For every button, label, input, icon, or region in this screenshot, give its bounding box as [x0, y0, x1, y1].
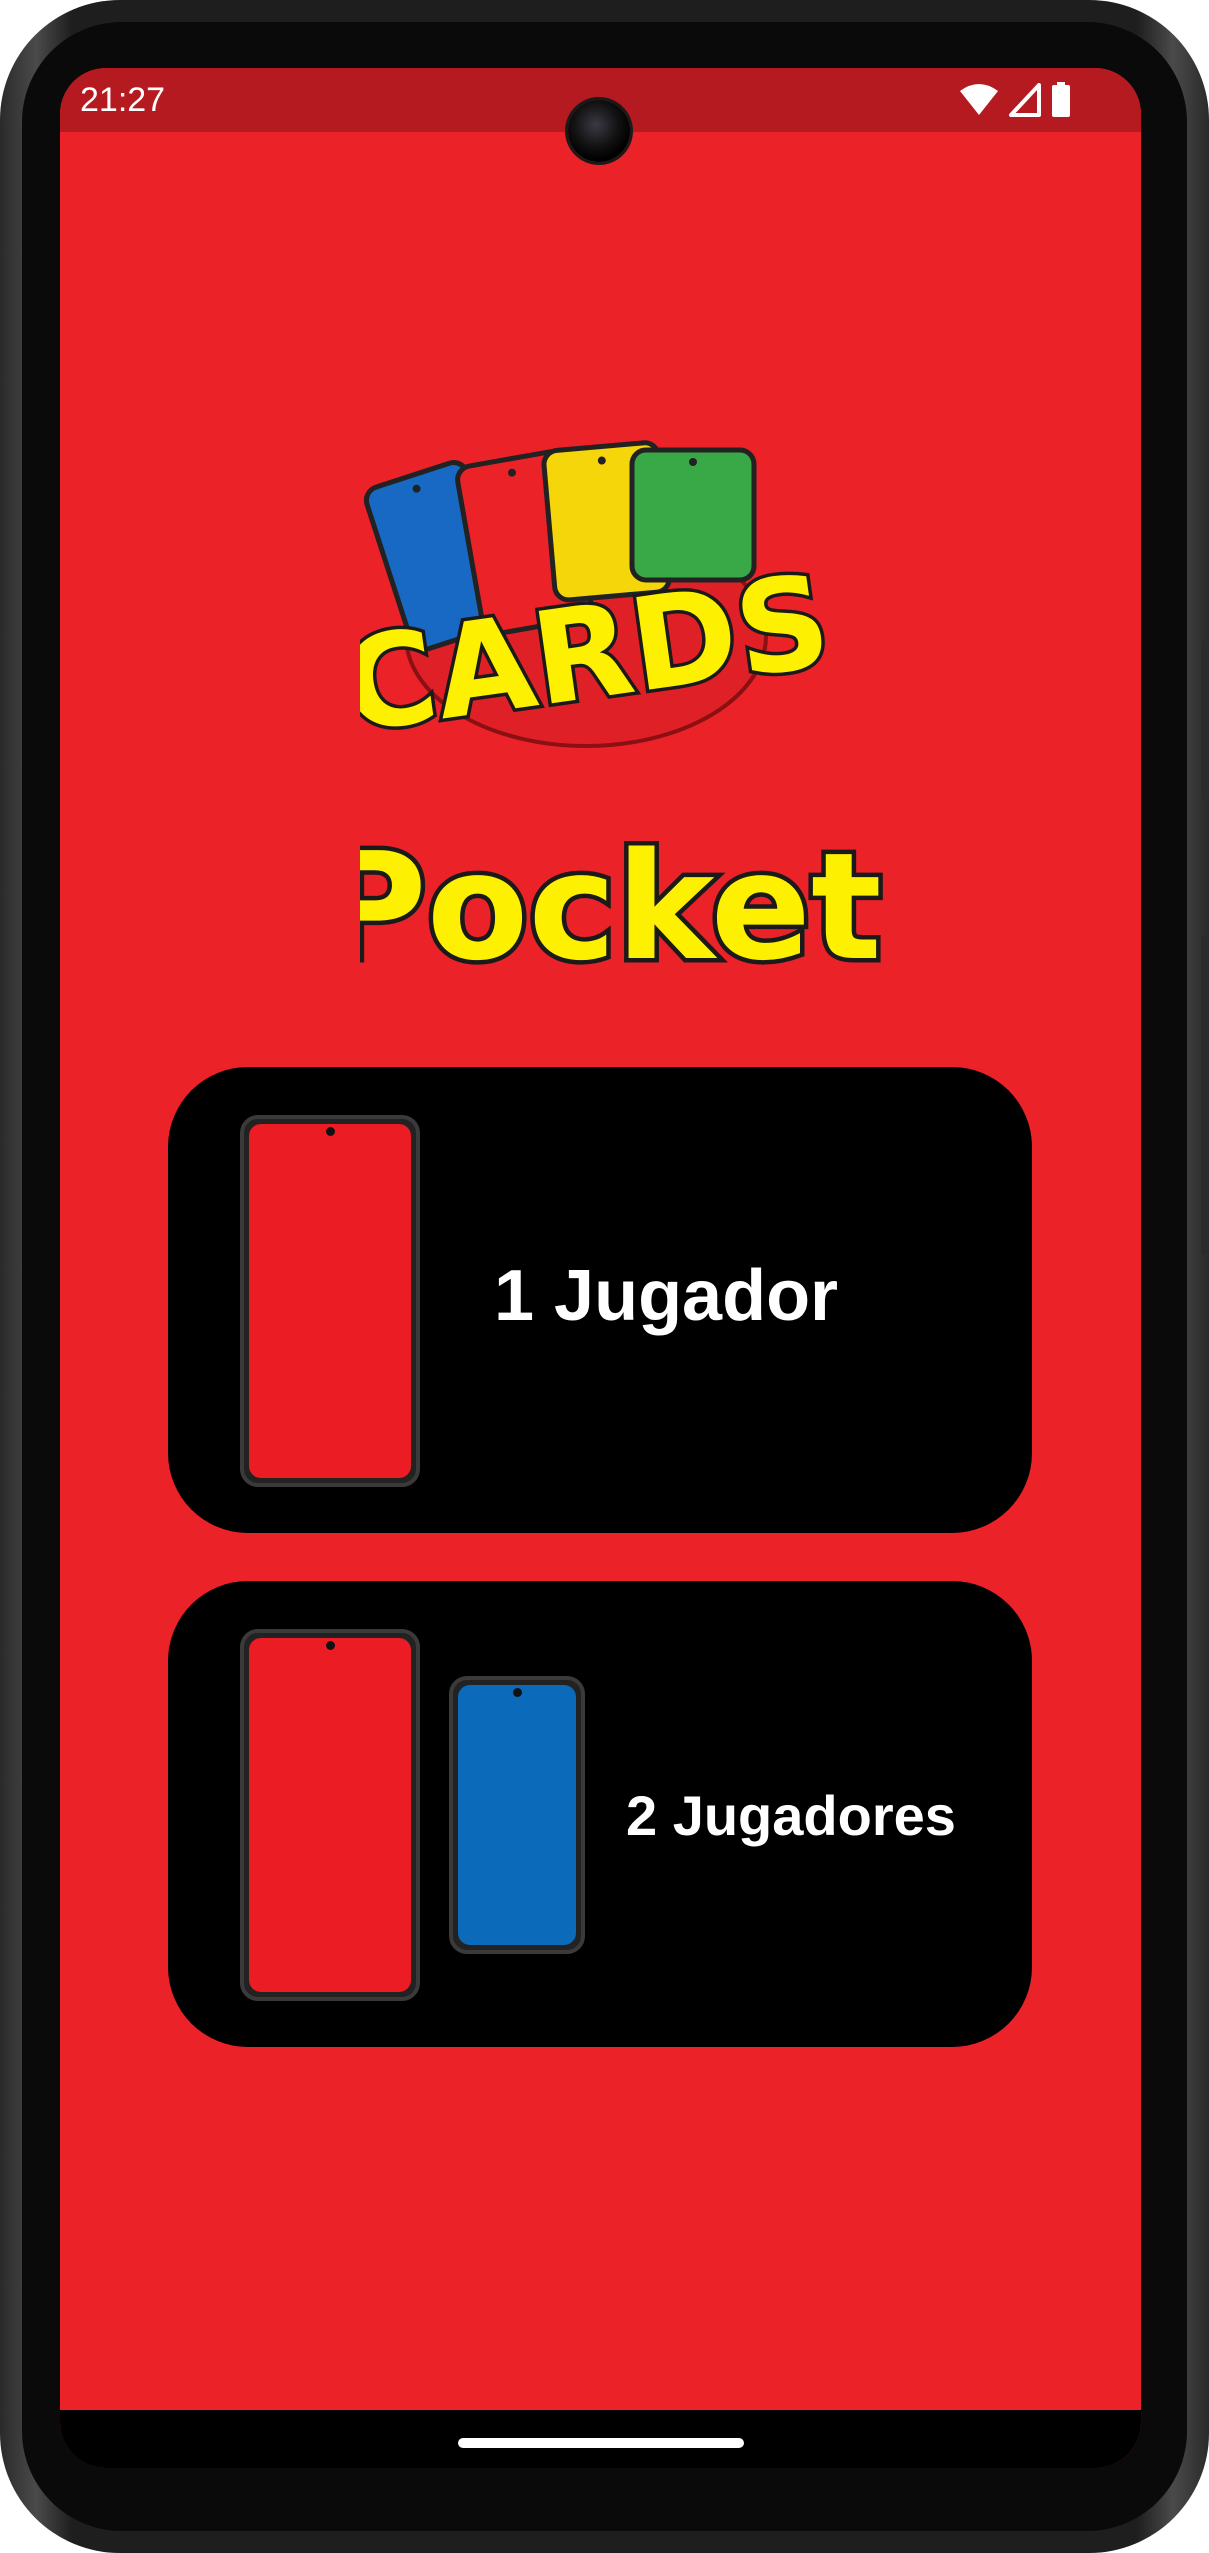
- large-phone-icon: [240, 1629, 420, 2001]
- home-gesture-handle[interactable]: [458, 2438, 744, 2448]
- front-camera: [568, 100, 630, 162]
- device-frame: 21:27 CARDS Pocket 1 Jugador 2 Jugadores: [0, 0, 1209, 2553]
- logo-text-pocket: Pocket: [360, 821, 882, 993]
- small-phone-icon: [449, 1676, 585, 1954]
- two-players-label: 2 Jugadores: [626, 1784, 956, 1847]
- status-time: 21:27: [80, 81, 166, 119]
- single-phone-icon: [240, 1115, 420, 1487]
- navigation-bar: [60, 2410, 1141, 2468]
- one-player-label: 1 Jugador: [494, 1256, 839, 1336]
- volume-button: [1201, 935, 1209, 1255]
- status-icons: [959, 82, 1071, 118]
- wifi-icon: [960, 84, 998, 115]
- cards-pocket-logo: CARDS Pocket: [360, 440, 886, 998]
- app-screen: 21:27 CARDS Pocket 1 Jugador 2 Jugadores: [60, 68, 1141, 2468]
- two-players-button[interactable]: 2 Jugadores: [168, 1581, 1032, 2047]
- power-button: [1201, 640, 1209, 800]
- one-player-button[interactable]: 1 Jugador: [168, 1067, 1032, 1533]
- cellular-signal-icon: [1009, 83, 1041, 117]
- battery-icon: [1052, 82, 1070, 117]
